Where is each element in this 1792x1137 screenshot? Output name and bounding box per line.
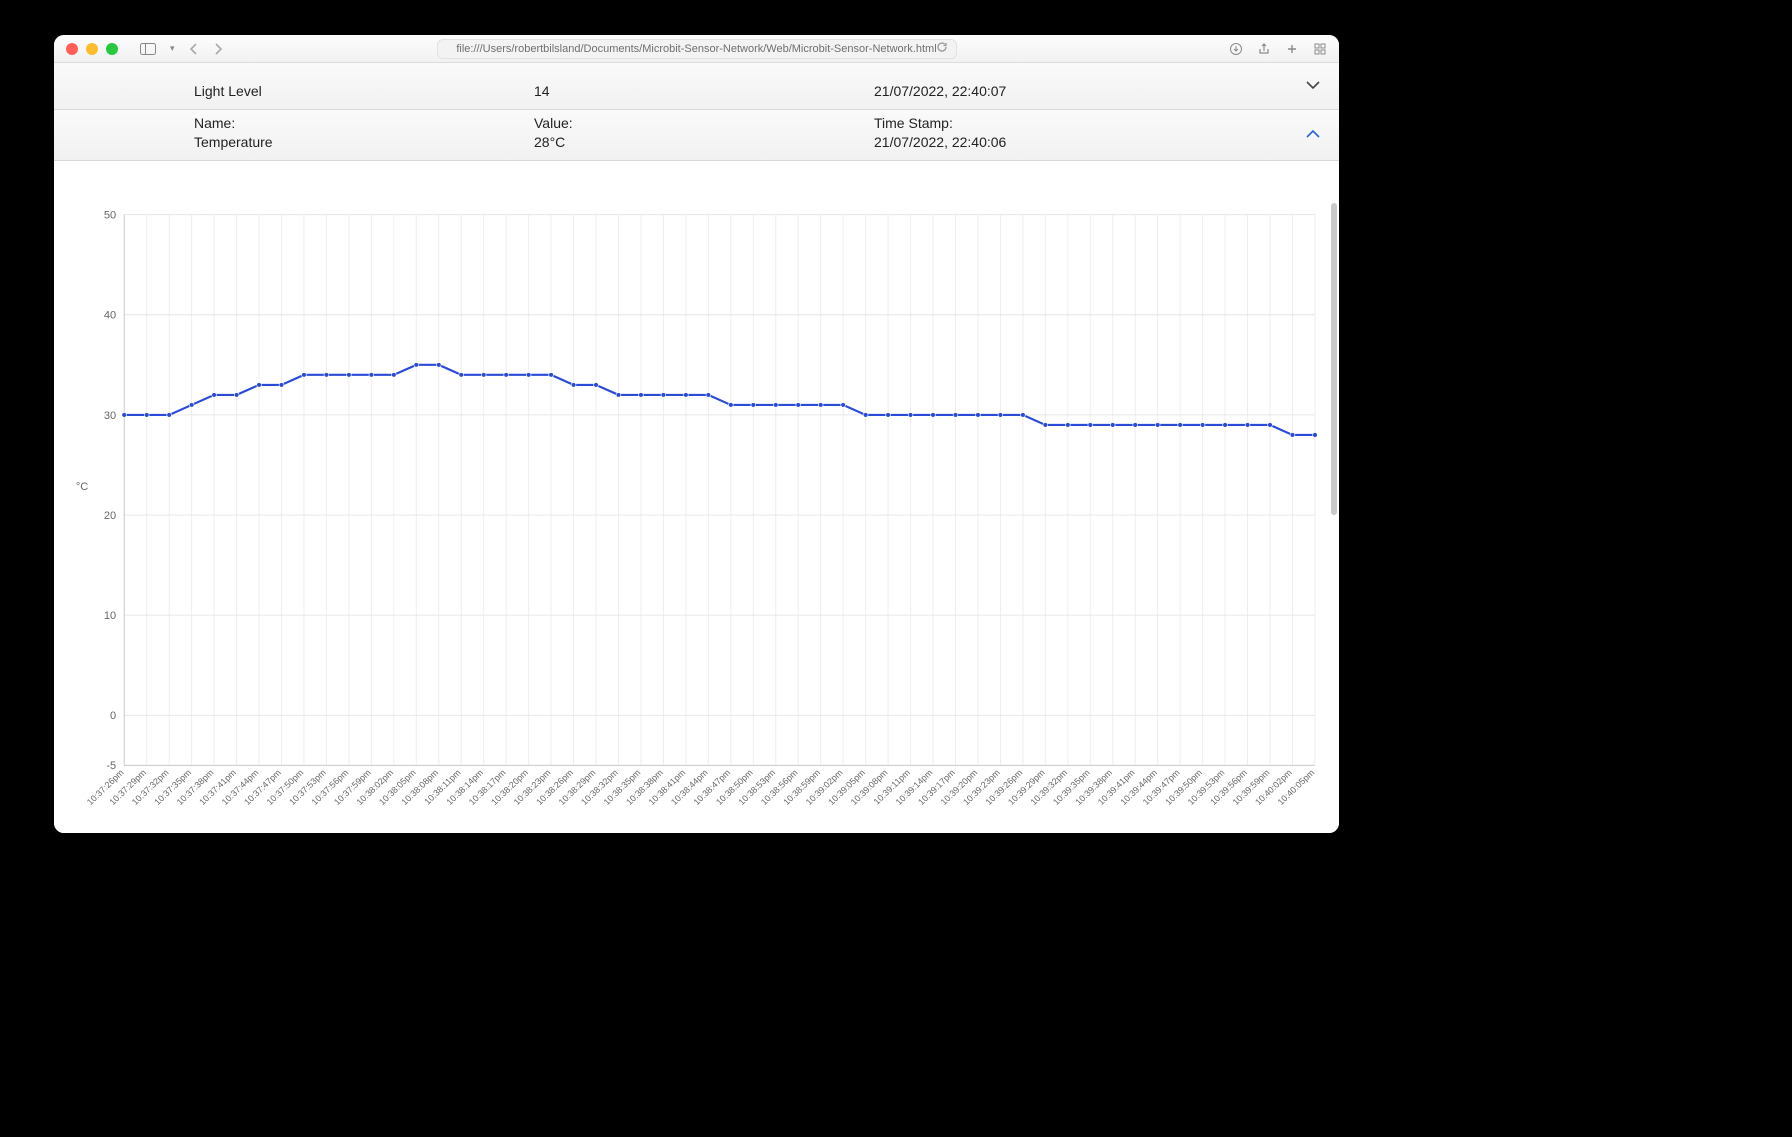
svg-text:10: 10	[104, 610, 116, 622]
window-controls	[66, 43, 118, 55]
sensor-panel-light[interactable]: Name: Light Level Value: 14 Time Stamp: …	[54, 63, 1339, 110]
chevron-up-icon[interactable]	[1305, 126, 1321, 144]
value-value: 28°C	[534, 133, 874, 152]
sidebar-toggle-icon[interactable]	[136, 41, 160, 57]
reload-icon[interactable]	[936, 40, 948, 58]
svg-text:0: 0	[110, 710, 116, 722]
temperature-chart: -501020304050°C10:37:26pm10:37:29pm10:37…	[54, 199, 1339, 833]
svg-text:20: 20	[104, 510, 116, 522]
maximize-window-button[interactable]	[106, 43, 118, 55]
chevron-down-icon[interactable]: ▾	[166, 41, 179, 56]
svg-text:°C: °C	[76, 481, 89, 493]
share-icon[interactable]	[1257, 42, 1271, 56]
sensor-panel-temperature[interactable]: Name: Temperature Value: 28°C Time Stamp…	[54, 110, 1339, 161]
download-icon[interactable]	[1229, 42, 1243, 56]
svg-text:40: 40	[104, 310, 116, 322]
page-content: Name: Light Level Value: 14 Time Stamp: …	[54, 63, 1339, 833]
svg-text:30: 30	[104, 410, 116, 422]
chevron-down-icon[interactable]	[1305, 77, 1321, 95]
new-tab-icon[interactable]	[1285, 42, 1299, 56]
name-value: Light Level	[194, 82, 534, 101]
minimize-window-button[interactable]	[86, 43, 98, 55]
close-window-button[interactable]	[66, 43, 78, 55]
toolbar-left: ▾	[136, 41, 227, 57]
svg-text:50: 50	[104, 210, 116, 222]
scrollbar-thumb[interactable]	[1331, 203, 1337, 515]
titlebar: ▾ file:///Users/robertbilsland/Documents…	[54, 35, 1339, 63]
value-label: Value:	[534, 114, 874, 133]
forward-button[interactable]	[209, 41, 227, 57]
browser-window: ▾ file:///Users/robertbilsland/Documents…	[54, 35, 1339, 833]
ts-label: Time Stamp:	[874, 114, 1339, 133]
url-text: file:///Users/robertbilsland/Documents/M…	[456, 43, 936, 55]
name-value: Temperature	[194, 133, 534, 152]
scrollbar[interactable]	[1331, 203, 1337, 827]
tabs-overview-icon[interactable]	[1313, 42, 1327, 56]
name-label: Name:	[194, 114, 534, 133]
ts-value: 21/07/2022, 22:40:07	[874, 82, 1339, 101]
back-button[interactable]	[185, 41, 203, 57]
address-bar[interactable]: file:///Users/robertbilsland/Documents/M…	[437, 39, 957, 59]
ts-value: 21/07/2022, 22:40:06	[874, 133, 1339, 152]
value-value: 14	[534, 82, 874, 101]
toolbar-right	[1229, 42, 1327, 56]
